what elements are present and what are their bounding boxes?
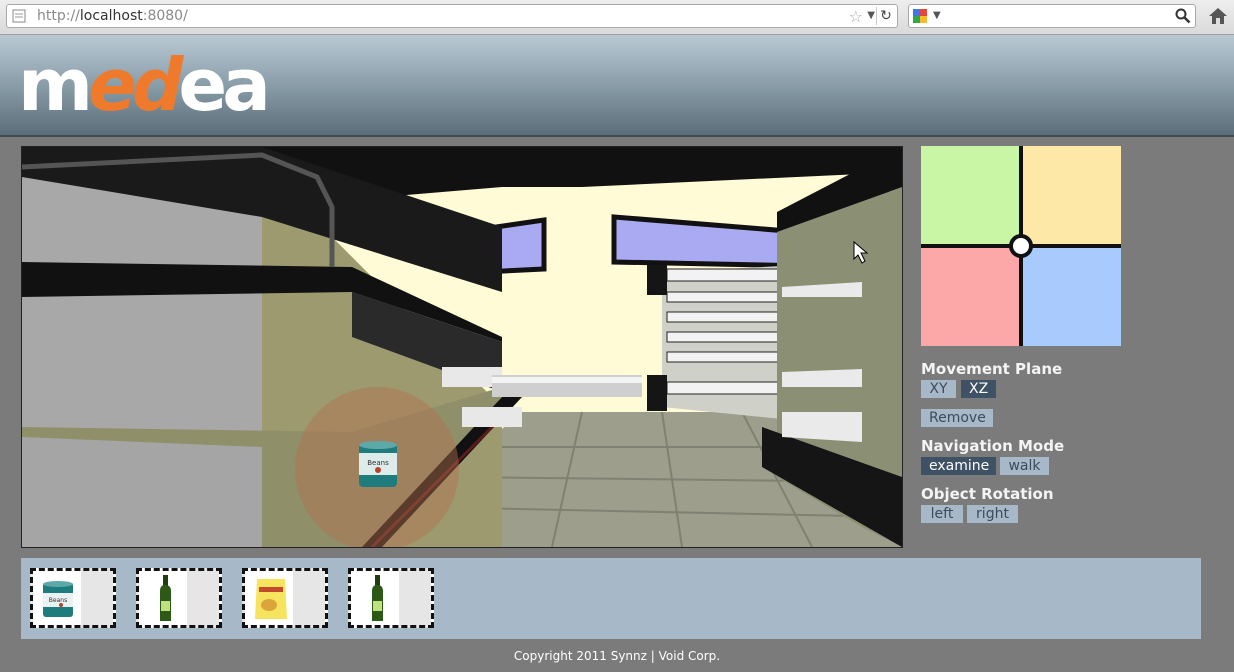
navigation-mode-title: Navigation Mode <box>921 437 1065 455</box>
pad-quadrant-top-right[interactable] <box>1021 146 1121 246</box>
google-icon[interactable] <box>913 9 927 23</box>
medea-logo[interactable]: medea <box>18 45 271 125</box>
site-header: medea <box>0 35 1234 137</box>
rotate-right-button[interactable]: right <box>967 505 1018 523</box>
page-icon <box>12 9 26 23</box>
inventory-slot[interactable] <box>348 568 434 628</box>
nav-walk-button[interactable]: walk <box>1000 457 1049 475</box>
inventory-slot[interactable] <box>242 568 328 628</box>
rotate-left-button[interactable]: left <box>921 505 963 523</box>
search-bar[interactable]: ▼ <box>908 4 1196 28</box>
search-engine-dropdown-icon[interactable]: ▼ <box>933 10 941 21</box>
direction-pad[interactable] <box>921 146 1121 346</box>
footer-copyright: Copyright 2011 Synnz | Void Corp. <box>513 649 721 663</box>
object-rotation-title: Object Rotation <box>921 485 1054 503</box>
pad-quadrant-bottom-right[interactable] <box>1021 246 1121 346</box>
browser-toolbar: http://localhost:8080/ ☆ ▼ ↻ ▼ <box>0 0 1234 35</box>
green-bottle-icon <box>372 575 383 621</box>
plane-xy-button[interactable]: XY <box>921 380 956 398</box>
pad-quadrant-top-left[interactable] <box>921 146 1021 246</box>
search-icon[interactable] <box>1175 8 1191 24</box>
inventory-item-label: Beans <box>49 597 67 604</box>
bookmark-star-icon[interactable]: ☆ <box>849 7 863 26</box>
chips-bag-icon <box>255 579 287 619</box>
pad-quadrant-bottom-left[interactable] <box>921 246 1021 346</box>
nav-examine-button[interactable]: examine <box>921 457 996 475</box>
history-dropdown-icon[interactable]: ▼ <box>867 10 875 21</box>
address-bar[interactable]: http://localhost:8080/ ☆ ▼ ↻ <box>6 4 898 28</box>
movement-plane-title: Movement Plane <box>921 360 1063 378</box>
inventory-bar: Beans <box>21 558 1201 639</box>
home-icon[interactable] <box>1208 6 1228 26</box>
beans-label: Beans <box>367 459 389 467</box>
beans-can-icon: Beans <box>43 581 73 617</box>
inventory-slot[interactable] <box>136 568 222 628</box>
plane-xz-button[interactable]: XZ <box>961 380 996 398</box>
green-bottle-icon <box>160 575 171 621</box>
pad-handle[interactable] <box>1009 234 1033 258</box>
reload-icon[interactable]: ↻ <box>876 7 895 25</box>
3d-viewport[interactable]: Beans <box>21 146 903 548</box>
url-text[interactable]: http://localhost:8080/ <box>37 8 188 24</box>
remove-button[interactable]: Remove <box>921 409 993 427</box>
inventory-slot[interactable]: Beans <box>30 568 116 628</box>
